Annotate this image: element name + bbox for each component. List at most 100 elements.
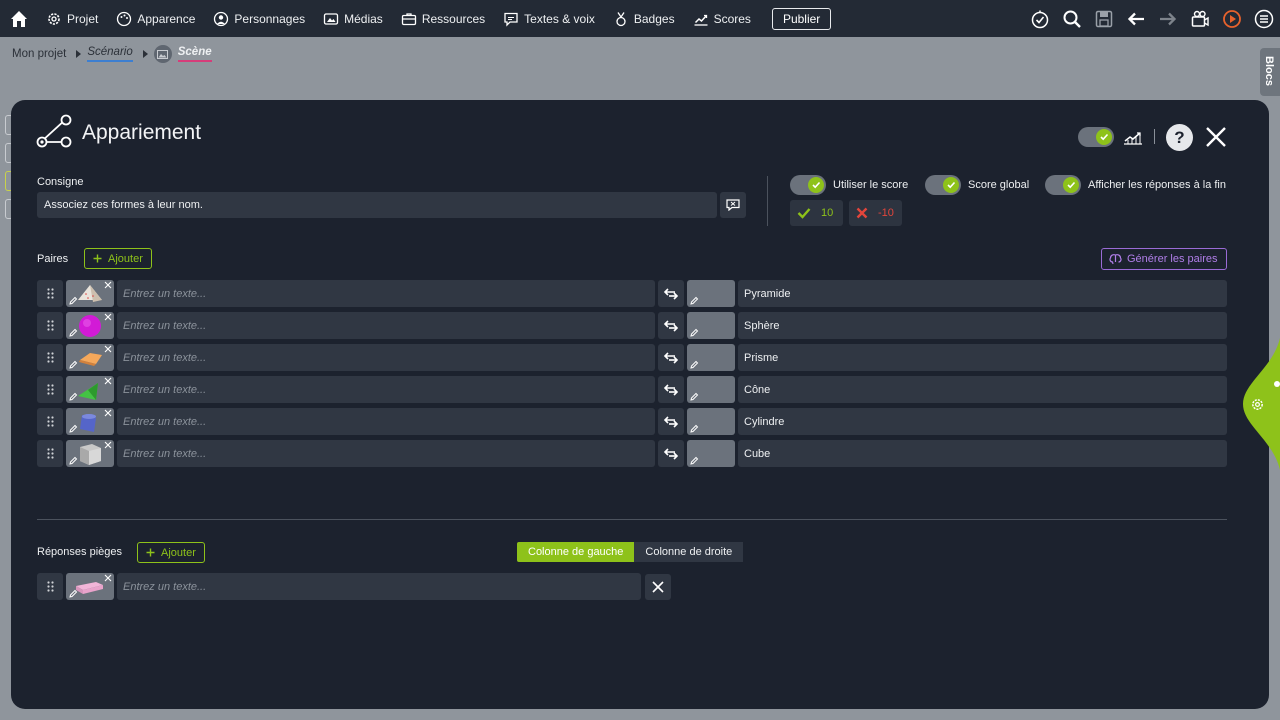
pair-right-image[interactable]	[687, 376, 735, 403]
preview-scene-button[interactable]	[1184, 0, 1216, 37]
edit-icon[interactable]	[69, 589, 78, 598]
pair-right-image[interactable]	[687, 440, 735, 467]
consigne-field[interactable]: Associez ces formes à leur nom.	[37, 192, 717, 218]
statistics-icon[interactable]	[1122, 128, 1144, 146]
pair-right-text-field[interactable]: Cylindre	[738, 408, 1227, 435]
redo-button[interactable]	[1152, 0, 1184, 37]
breadcrumb-scene[interactable]: Scène	[177, 46, 212, 62]
swap-pair-button[interactable]	[658, 408, 684, 435]
home-button[interactable]	[0, 0, 37, 37]
use-score-toggle[interactable]	[790, 175, 826, 195]
pair-right-text-field[interactable]: Prisme	[738, 344, 1227, 371]
nav-textes-voix[interactable]: Textes & voix	[494, 0, 604, 37]
nav-apparence[interactable]: Apparence	[107, 0, 204, 37]
tab-right-column[interactable]: Colonne de droite	[634, 542, 744, 562]
validate-button[interactable]	[1024, 0, 1056, 37]
pair-left-text-field[interactable]: Entrez un texte...	[117, 312, 655, 339]
tab-left-column[interactable]: Colonne de gauche	[517, 542, 635, 562]
pair-left-image[interactable]	[66, 344, 114, 371]
nav-badges[interactable]: Badges	[604, 0, 684, 37]
pair-left-text-field[interactable]: Entrez un texte...	[117, 280, 655, 307]
delete-trap-button[interactable]	[645, 574, 671, 600]
blocs-panel-tab[interactable]: Blocs	[1260, 48, 1280, 96]
search-button[interactable]	[1056, 0, 1088, 37]
pair-right-image[interactable]	[687, 312, 735, 339]
remove-image-icon[interactable]	[104, 377, 112, 385]
drag-handle[interactable]	[37, 440, 63, 467]
remove-image-icon[interactable]	[104, 409, 112, 417]
pair-left-image[interactable]	[66, 440, 114, 467]
edit-icon[interactable]	[690, 456, 699, 465]
drag-handle[interactable]	[37, 312, 63, 339]
remove-image-icon[interactable]	[104, 574, 112, 582]
add-trap-button[interactable]: Ajouter	[137, 542, 205, 563]
drag-handle[interactable]	[37, 573, 63, 600]
block-enabled-toggle[interactable]	[1078, 127, 1114, 147]
edit-icon[interactable]	[69, 392, 78, 401]
pair-left-image[interactable]	[66, 280, 114, 307]
pair-left-image[interactable]	[66, 376, 114, 403]
edit-icon[interactable]	[690, 360, 699, 369]
remove-image-icon[interactable]	[104, 441, 112, 449]
close-icon[interactable]	[1204, 125, 1228, 149]
pair-left-image[interactable]	[66, 408, 114, 435]
pair-right-text-field[interactable]: Pyramide	[738, 280, 1227, 307]
global-score-toggle[interactable]	[925, 175, 961, 195]
edit-icon[interactable]	[690, 328, 699, 337]
generate-pairs-button[interactable]: Générer les paires	[1101, 248, 1227, 270]
remove-image-icon[interactable]	[104, 313, 112, 321]
pair-left-text-field[interactable]: Entrez un texte...	[117, 408, 655, 435]
trap-image[interactable]	[66, 573, 114, 600]
pair-left-text-field[interactable]: Entrez un texte...	[117, 440, 655, 467]
help-button[interactable]: ?	[1166, 124, 1193, 151]
pair-right-image[interactable]	[687, 408, 735, 435]
swap-pair-button[interactable]	[658, 440, 684, 467]
drag-handle[interactable]	[37, 408, 63, 435]
nav-projet[interactable]: Projet	[37, 0, 107, 37]
remove-image-icon[interactable]	[104, 345, 112, 353]
pair-right-image[interactable]	[687, 280, 735, 307]
nav-scores[interactable]: Scores	[684, 0, 760, 37]
add-pair-button[interactable]: Ajouter	[84, 248, 152, 269]
nav-medias[interactable]: Médias	[314, 0, 392, 37]
edit-icon[interactable]	[69, 456, 78, 465]
breadcrumb-scenario[interactable]: Scénario	[87, 46, 133, 62]
edit-icon[interactable]	[690, 392, 699, 401]
consigne-feedback-button[interactable]	[720, 192, 746, 218]
publish-button[interactable]: Publier	[771, 7, 832, 30]
remove-image-icon[interactable]	[104, 281, 112, 289]
show-answers-toggle[interactable]	[1045, 175, 1081, 195]
pair-left-image[interactable]	[66, 312, 114, 339]
pair-right-text-field[interactable]: Sphère	[738, 312, 1227, 339]
edit-icon[interactable]	[69, 424, 78, 433]
nav-ressources[interactable]: Ressources	[392, 0, 494, 37]
swap-pair-button[interactable]	[658, 344, 684, 371]
swap-pair-button[interactable]	[658, 280, 684, 307]
pair-right-text-field[interactable]: Cube	[738, 440, 1227, 467]
nav-personnages[interactable]: Personnages	[204, 0, 314, 37]
option-use-score[interactable]: Utiliser le score	[790, 175, 908, 195]
wrong-score-field[interactable]: -10	[849, 200, 902, 226]
play-button[interactable]	[1216, 0, 1248, 37]
save-button[interactable]	[1088, 0, 1120, 37]
drag-handle[interactable]	[37, 280, 63, 307]
pair-right-image[interactable]	[687, 344, 735, 371]
edit-icon[interactable]	[690, 296, 699, 305]
undo-button[interactable]	[1120, 0, 1152, 37]
option-show-answers[interactable]: Afficher les réponses à la fin	[1045, 175, 1226, 195]
swap-pair-button[interactable]	[658, 376, 684, 403]
pair-right-text-field[interactable]: Cône	[738, 376, 1227, 403]
edit-icon[interactable]	[69, 296, 78, 305]
edit-icon[interactable]	[69, 328, 78, 337]
trap-text-field[interactable]: Entrez un texte...	[117, 573, 641, 600]
swap-pair-button[interactable]	[658, 312, 684, 339]
pair-left-text-field[interactable]: Entrez un texte...	[117, 376, 655, 403]
drag-handle[interactable]	[37, 344, 63, 371]
menu-button[interactable]	[1248, 0, 1280, 37]
pair-left-text-field[interactable]: Entrez un texte...	[117, 344, 655, 371]
drag-handle[interactable]	[37, 376, 63, 403]
option-global-score[interactable]: Score global	[925, 175, 1029, 195]
edit-icon[interactable]	[69, 360, 78, 369]
correct-score-field[interactable]: 10	[790, 200, 843, 226]
breadcrumb-project[interactable]: Mon projet	[12, 48, 66, 60]
